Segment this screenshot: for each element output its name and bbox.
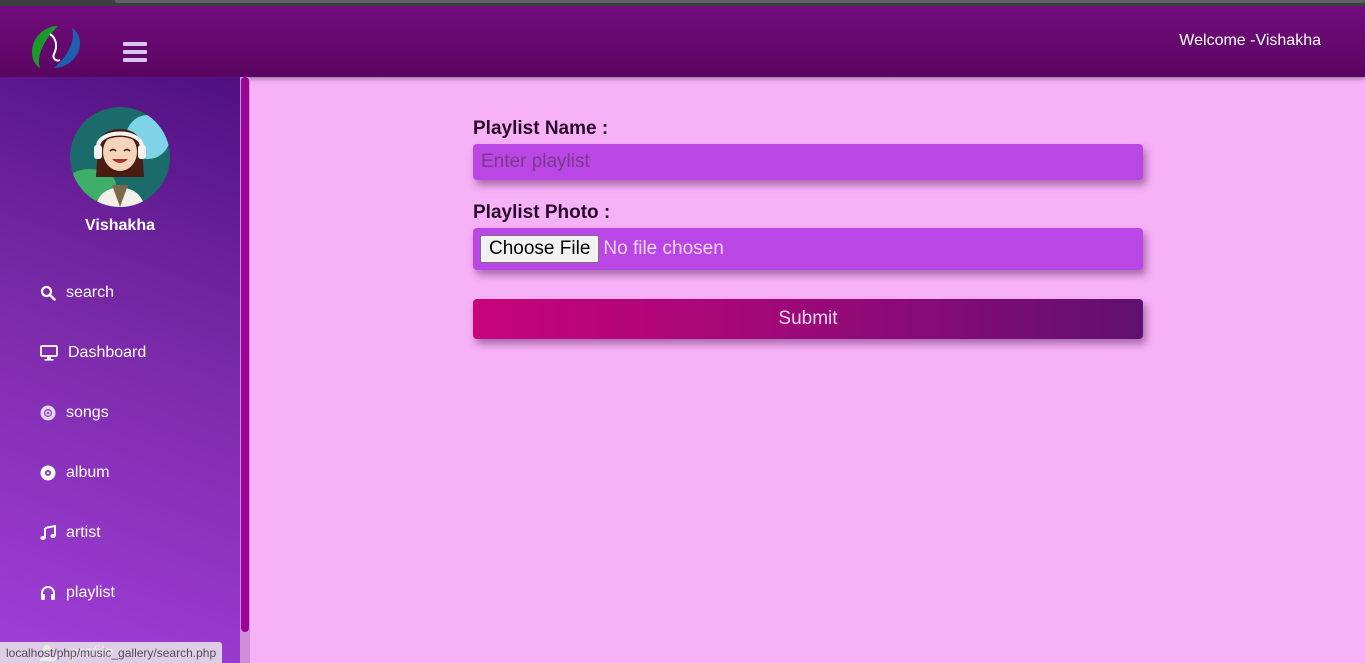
sidebar-item-label: playlist	[66, 584, 115, 601]
sidebar-item-label: search	[66, 284, 115, 301]
sidebar-item-dashboard[interactable]: Dashboard	[0, 323, 240, 383]
sidebar-item-label: songs	[66, 404, 109, 421]
sidebar-item-artist[interactable]: artist	[0, 503, 240, 563]
sidebar-item-songs[interactable]: songs	[0, 383, 240, 443]
playlist-photo-field: Choose File No file chosen	[473, 228, 1143, 270]
sidebar-item-label: artist	[66, 524, 101, 541]
monitor-icon	[39, 344, 59, 362]
file-status-text: No file chosen	[603, 238, 724, 259]
playlist-form: Playlist Name : Playlist Photo : Choose …	[473, 118, 1143, 339]
music-note-icon	[39, 524, 57, 542]
browser-tab-bar	[115, 0, 1365, 3]
sidebar-item-label: album	[66, 464, 110, 481]
sidebar-user-name: Vishakha	[85, 217, 155, 234]
welcome-text: Welcome -Vishakha	[1179, 32, 1321, 49]
choose-file-button[interactable]: Choose File	[480, 235, 600, 263]
disc-icon	[39, 404, 57, 422]
sidebar-scrollbar-thumb[interactable]	[241, 77, 249, 632]
playlist-name-field-wrapper	[473, 144, 1143, 180]
submit-button[interactable]: Submit	[473, 299, 1143, 339]
headphones-icon	[39, 584, 57, 602]
sidebar: Vishakha search Dashboard songs album ar…	[0, 77, 250, 663]
sidebar-item-album[interactable]: album	[0, 443, 240, 503]
album-icon	[39, 464, 57, 482]
playlist-name-label: Playlist Name :	[473, 118, 609, 139]
menu-toggle-icon[interactable]	[123, 42, 147, 62]
sidebar-item-label: Dashboard	[68, 344, 147, 361]
status-bar-url: localhost/php/music_gallery/search.php	[0, 642, 223, 663]
top-header: Welcome -Vishakha	[0, 6, 1365, 77]
sidebar-item-search[interactable]: search	[0, 263, 240, 323]
sidebar-nav: search Dashboard songs album artist play…	[0, 263, 240, 663]
playlist-photo-label: Playlist Photo :	[473, 202, 611, 223]
search-icon	[39, 284, 57, 302]
playlist-name-input[interactable]	[473, 144, 1143, 180]
avatar	[70, 107, 170, 207]
sidebar-item-playlist[interactable]: playlist	[0, 563, 240, 623]
app-logo[interactable]	[28, 20, 82, 74]
